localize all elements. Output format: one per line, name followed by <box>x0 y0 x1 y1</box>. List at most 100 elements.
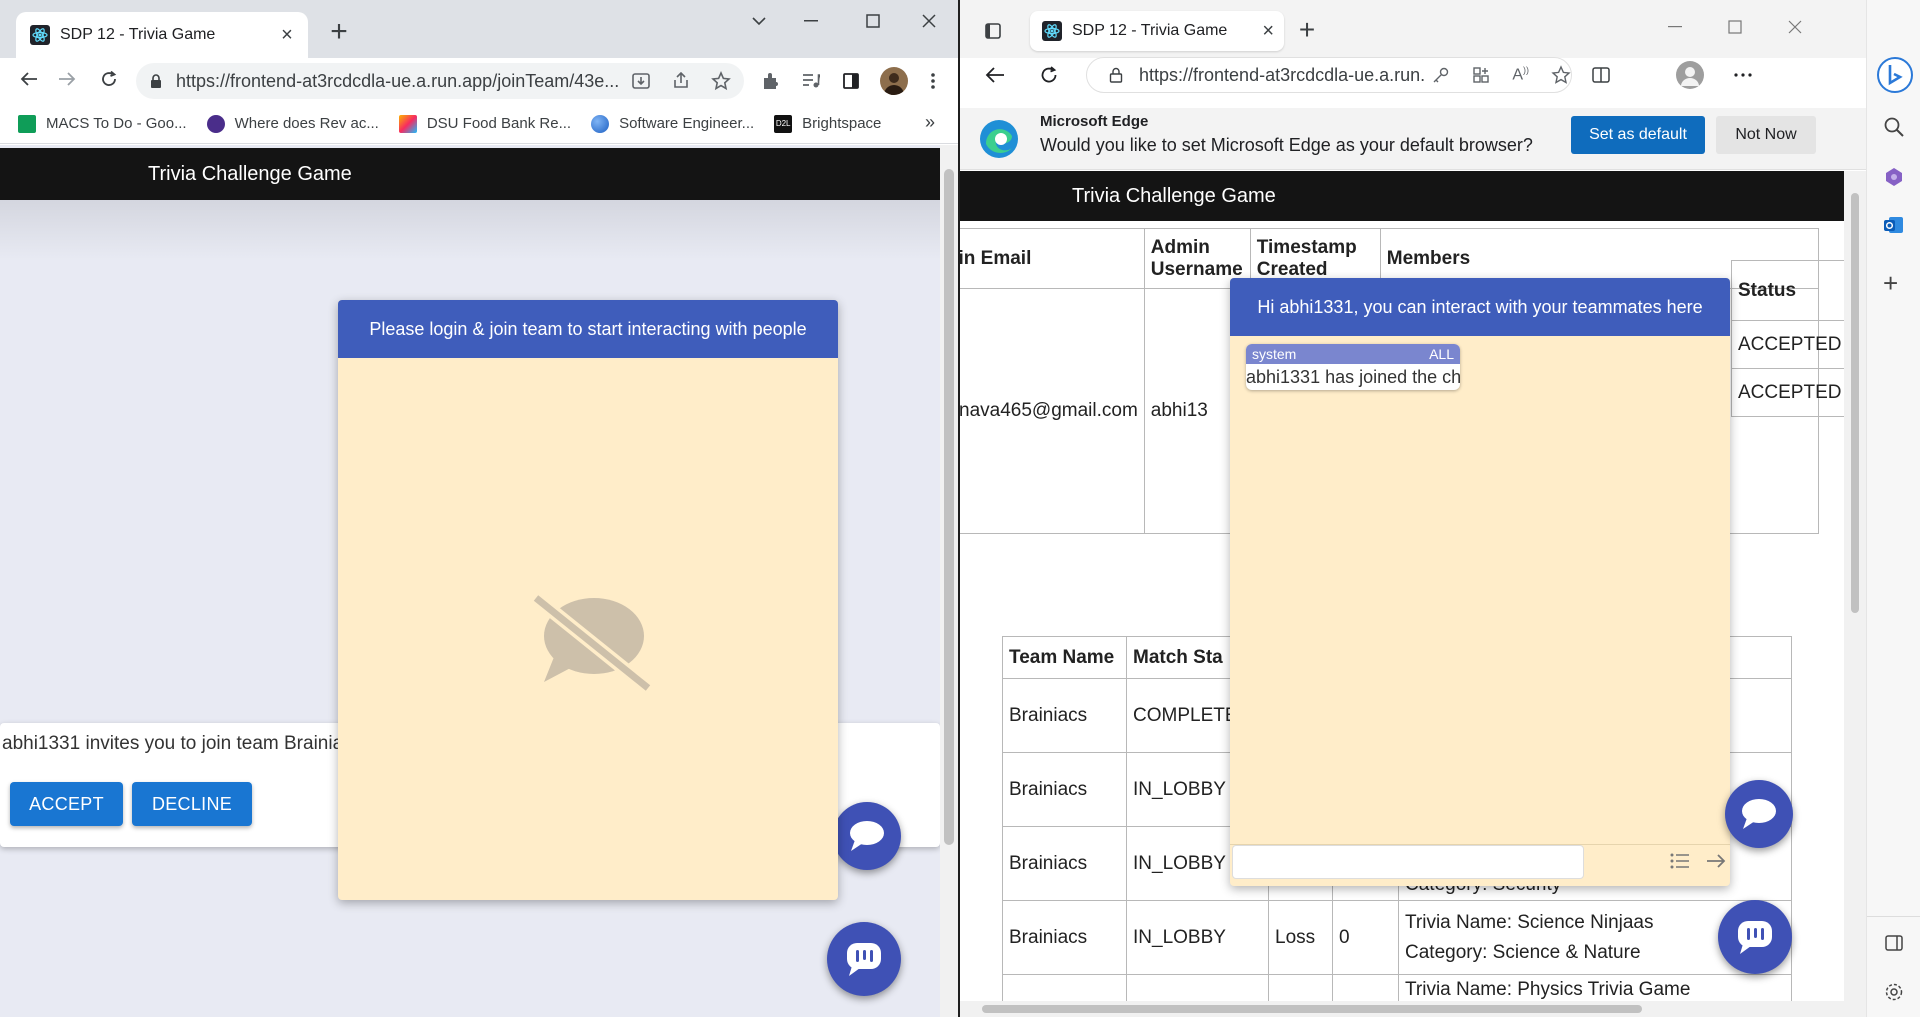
side-panel-icon[interactable] <box>836 66 866 96</box>
reload-icon[interactable] <box>94 64 124 94</box>
address-bar[interactable]: https://frontend-at3rcdcdla-ue.a.run.ap.… <box>1086 57 1572 93</box>
recipient-list-icon[interactable] <box>1670 853 1690 869</box>
hide-sidebar-icon[interactable] <box>1884 934 1904 952</box>
bookmark-item[interactable]: D2L Brightspace <box>774 114 881 133</box>
message-sender: system <box>1252 346 1297 362</box>
media-control-icon[interactable] <box>796 66 826 96</box>
close-window-button[interactable] <box>908 6 950 36</box>
search-icon[interactable] <box>1883 116 1905 138</box>
back-icon[interactable] <box>14 64 44 94</box>
edge-logo-icon <box>978 118 1020 160</box>
sidebar-settings-icon[interactable] <box>1884 982 1904 1002</box>
scrollbar-thumb[interactable] <box>1851 193 1859 613</box>
chat-panel: Hi abhi1331, you can interact with your … <box>1230 278 1730 886</box>
edge-window: SDP 12 - Trivia Game × + https://fronten… <box>960 0 1920 1017</box>
th-email: in Email <box>960 228 1145 289</box>
message-text: abhi1331 has joined the chat <box>1246 367 1460 387</box>
bookmark-item[interactable]: Where does Rev ac... <box>206 114 379 133</box>
tab-close-icon[interactable]: × <box>276 24 298 46</box>
chat-panel-header: Please login & join team to start intera… <box>338 300 838 358</box>
react-favicon-icon <box>30 25 50 45</box>
new-tab-button[interactable]: + <box>322 16 356 50</box>
profile-avatar[interactable] <box>1676 61 1704 89</box>
split-screen-icon[interactable] <box>1586 60 1616 90</box>
decline-button[interactable]: DECLINE <box>132 782 252 826</box>
address-url: https://frontend-at3rcdcdla-ue.a.run.ap.… <box>1139 64 1424 85</box>
chat-message-input[interactable] <box>1232 845 1584 879</box>
cell-status: ACCEPTED <box>1730 368 1844 417</box>
add-sidebar-app-icon[interactable]: + <box>1883 268 1898 299</box>
set-as-default-button[interactable]: Set as default <box>1571 116 1705 154</box>
table-row: Brainiacs IN_LOBBY Loss 0 Trivia Name: S… <box>1002 900 1792 975</box>
back-icon[interactable] <box>980 60 1010 90</box>
chat-panel: Please login & join team to start intera… <box>338 300 838 900</box>
bookmark-label: MACS To Do - Goo... <box>46 115 187 132</box>
settings-more-icon[interactable] <box>1728 60 1758 90</box>
outlook-icon[interactable] <box>1883 214 1905 236</box>
bing-copilot-icon[interactable] <box>1876 56 1914 94</box>
chatbot-button[interactable] <box>827 922 901 996</box>
forward-icon[interactable] <box>52 64 82 94</box>
tab-actions-icon[interactable] <box>978 16 1008 46</box>
cell-status: ACCEPTED <box>1730 320 1844 369</box>
app-title: Trivia Challenge Game <box>1072 184 1276 207</box>
th-team-name: Team Name <box>1002 636 1127 679</box>
tab-title: SDP 12 - Trivia Game <box>60 26 216 43</box>
profile-avatar[interactable] <box>880 67 908 95</box>
chatbot-button[interactable] <box>1718 900 1792 974</box>
maximize-button[interactable] <box>1714 12 1756 42</box>
horizontal-scrollbar[interactable] <box>960 1001 1866 1017</box>
minimize-button[interactable] <box>1654 12 1696 42</box>
minimize-button[interactable] <box>790 6 832 36</box>
sheets-icon <box>18 114 36 133</box>
key-icon[interactable] <box>1432 66 1450 84</box>
chat-bubble-icon <box>850 821 884 851</box>
bookmark-star-icon[interactable] <box>706 66 736 96</box>
not-now-button[interactable]: Not Now <box>1716 116 1816 154</box>
vertical-scrollbar[interactable] <box>1844 171 1866 1001</box>
tab-close-icon[interactable]: × <box>1262 20 1274 43</box>
address-url: https://frontend-at3rcdcdla-ue.a.run.app… <box>176 70 620 91</box>
chat-toggle-button[interactable] <box>1725 780 1793 848</box>
maximize-button[interactable] <box>852 6 894 36</box>
app-header: Trivia Challenge Game <box>0 148 940 200</box>
chat-toggle-button[interactable] <box>833 802 901 870</box>
close-window-button[interactable] <box>1774 12 1816 42</box>
scrollbar-thumb[interactable] <box>944 169 954 845</box>
new-tab-button[interactable]: + <box>1290 14 1324 48</box>
send-icon[interactable] <box>1706 853 1726 869</box>
vertical-scrollbar[interactable] <box>940 145 958 1017</box>
bookmark-item[interactable]: MACS To Do - Goo... <box>18 114 187 133</box>
tab-search-icon[interactable] <box>738 6 780 36</box>
cell-team: Brainiacs <box>1002 752 1127 827</box>
bookmark-item[interactable]: DSU Food Bank Re... <box>398 114 571 133</box>
install-app-icon[interactable] <box>626 66 656 96</box>
infobar-title: Microsoft Edge <box>1040 113 1149 130</box>
th-status: Status <box>1730 260 1844 321</box>
chrome-tab[interactable]: SDP 12 - Trivia Game × <box>16 12 308 58</box>
apps-icon[interactable] <box>1472 66 1490 84</box>
edge-page-content: Trivia Challenge Game in Email Admin Use… <box>960 171 1844 1017</box>
reload-icon[interactable] <box>1034 60 1064 90</box>
cell-team: Brainiacs <box>1002 826 1127 901</box>
edge-sidebar: + <box>1866 0 1920 1017</box>
tab-title: SDP 12 - Trivia Game <box>1072 22 1228 39</box>
accept-button[interactable]: ACCEPT <box>10 782 123 826</box>
read-aloud-icon[interactable]: A)) <box>1512 65 1529 84</box>
lock-icon <box>1109 67 1123 83</box>
extensions-icon[interactable] <box>756 66 786 96</box>
invite-message: abhi1331 invites you to join team Braini… <box>2 733 363 754</box>
tools-icon[interactable] <box>1883 166 1905 188</box>
favorite-star-icon[interactable] <box>1551 65 1571 85</box>
share-icon[interactable] <box>666 66 696 96</box>
infobar-message: Would you like to set Microsoft Edge as … <box>1040 135 1533 155</box>
chrome-menu-icon[interactable] <box>918 66 948 96</box>
lock-icon <box>150 74 162 88</box>
cell-match-status: IN_LOBBY <box>1126 900 1269 975</box>
trivia-name: Trivia Name: Physics Trivia Game <box>1405 979 1691 1000</box>
bookmark-item[interactable]: Software Engineer... <box>591 114 754 133</box>
bookmarks-overflow-icon[interactable]: » <box>925 112 935 133</box>
default-browser-infobar: Microsoft Edge Would you like to set Mic… <box>960 108 1866 170</box>
edge-tab[interactable]: SDP 12 - Trivia Game × <box>1030 11 1284 51</box>
hscrollbar-thumb[interactable] <box>982 1005 1642 1013</box>
